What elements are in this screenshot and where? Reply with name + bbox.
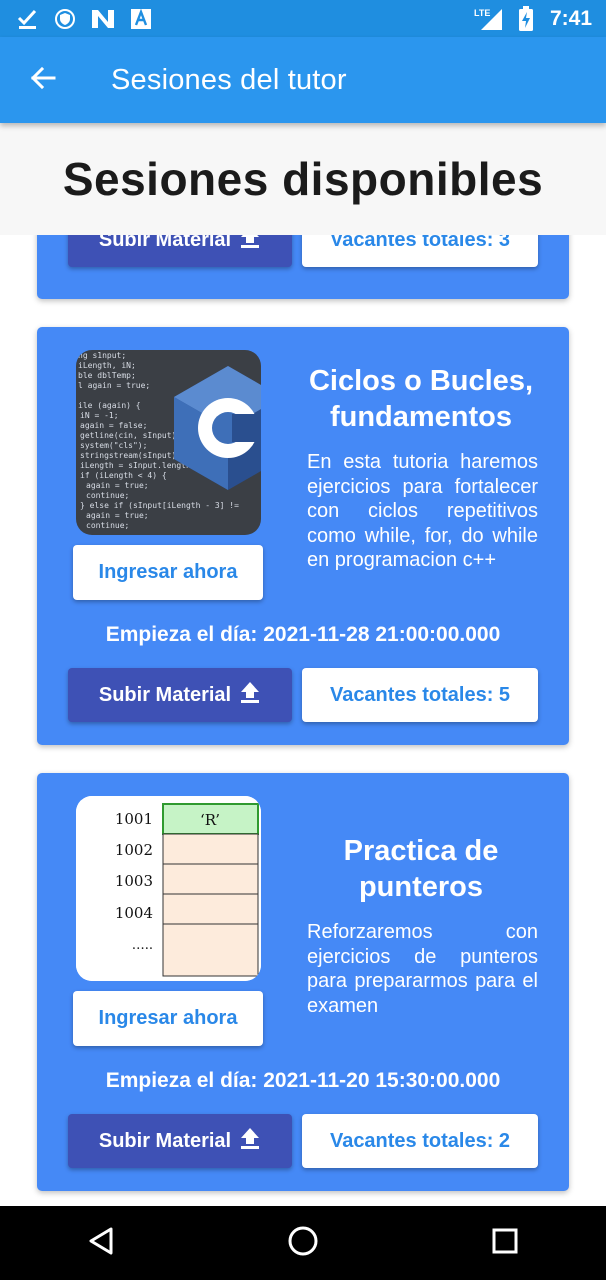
svg-text:continue;: continue; bbox=[86, 521, 129, 530]
app-bar: Sesiones del tutor bbox=[0, 37, 606, 123]
vacancies-button[interactable]: Vacantes totales: 2 bbox=[302, 1114, 538, 1168]
svg-text:iN = -1;: iN = -1; bbox=[80, 411, 119, 420]
svg-text:again = true;: again = true; bbox=[86, 511, 149, 520]
page-heading: Sesiones disponibles bbox=[0, 123, 606, 235]
upload-material-label: Subir Material bbox=[98, 235, 232, 251]
nav-home-button[interactable] bbox=[263, 1206, 343, 1280]
session-start-date: Empieza el día: 2021-11-20 15:30:00.000 bbox=[105, 1069, 501, 1092]
upload-icon bbox=[239, 235, 261, 255]
svg-text:if (iLength < 4) {: if (iLength < 4) { bbox=[80, 471, 167, 480]
memory-address: 1003 bbox=[115, 872, 153, 890]
sessions-list[interactable]: Subir Material Vacantes totales: 3 ng s1… bbox=[0, 235, 606, 1206]
back-triangle-icon bbox=[87, 1226, 115, 1261]
session-start-date: Empieza el día: 2021-11-28 21:00:00.000 bbox=[105, 623, 501, 646]
session-title: Practica de punteros bbox=[343, 835, 499, 903]
memory-address: 1002 bbox=[115, 841, 153, 859]
memory-address: 1004 bbox=[115, 904, 153, 922]
svg-text:continue;: continue; bbox=[86, 491, 129, 500]
lte-signal-icon: LTE bbox=[474, 7, 504, 31]
session-card: ‘R’ 1001 1002 1003 1004 ….. Ingresar aho… bbox=[37, 773, 569, 1191]
arrow-left-icon bbox=[29, 64, 57, 97]
app-bar-title: Sesiones del tutor bbox=[111, 63, 347, 96]
back-button[interactable] bbox=[3, 37, 83, 123]
svg-text:LTE: LTE bbox=[474, 8, 490, 18]
svg-text:again = false;: again = false; bbox=[80, 421, 147, 430]
upload-material-label: Subir Material bbox=[98, 683, 232, 706]
join-now-button[interactable]: Ingresar ahora bbox=[73, 545, 263, 600]
svg-text:} else if (sInput[iLength - 3]: } else if (sInput[iLength - 3] != bbox=[80, 501, 239, 510]
upload-icon bbox=[239, 1126, 261, 1156]
home-circle-icon bbox=[287, 1225, 319, 1262]
memory-address: 1001 bbox=[115, 810, 153, 828]
upload-material-button[interactable]: Subir Material bbox=[68, 235, 292, 267]
status-time: 7:41 bbox=[549, 6, 592, 30]
svg-text:ble dblTemp;: ble dblTemp; bbox=[78, 371, 136, 380]
status-icons-left bbox=[16, 7, 152, 31]
recents-square-icon bbox=[491, 1227, 519, 1260]
svg-text:system("cls");: system("cls"); bbox=[80, 441, 147, 450]
status-icons-right: LTE 7:41 bbox=[474, 5, 592, 32]
memory-pointer-diagram: ‘R’ 1001 1002 1003 1004 ….. bbox=[76, 796, 261, 981]
svg-text:iLength, iN;: iLength, iN; bbox=[78, 361, 136, 370]
check-download-icon bbox=[16, 7, 40, 31]
upload-icon bbox=[239, 680, 261, 710]
n-app-icon bbox=[90, 8, 116, 30]
memory-cell-value: ‘R’ bbox=[200, 811, 220, 829]
session-card: Subir Material Vacantes totales: 3 bbox=[37, 235, 569, 299]
session-description: En esta tutoria haremos ejercicios para … bbox=[307, 451, 538, 571]
session-title: Ciclos o Bucles, fundamentos bbox=[308, 365, 533, 433]
session-card: ng s1nput; iLength, iN; ble dblTemp; l a… bbox=[37, 327, 569, 745]
battery-charging-icon bbox=[518, 5, 534, 32]
vacancies-button[interactable]: Vacantes totales: 5 bbox=[302, 668, 538, 722]
nav-recents-button[interactable] bbox=[465, 1206, 545, 1280]
join-now-button[interactable]: Ingresar ahora bbox=[73, 991, 263, 1046]
svg-text:ile (again) {: ile (again) { bbox=[78, 401, 141, 410]
nav-back-button[interactable] bbox=[61, 1206, 141, 1280]
font-app-icon bbox=[130, 8, 152, 30]
upload-material-button[interactable]: Subir Material bbox=[68, 668, 292, 722]
session-description: Reforzaremos con ejercicios de punteros … bbox=[307, 921, 538, 1017]
svg-text:again = true;: again = true; bbox=[86, 481, 149, 490]
shield-icon bbox=[54, 8, 76, 30]
status-bar: LTE 7:41 bbox=[0, 0, 606, 37]
system-nav-bar bbox=[0, 1206, 606, 1280]
svg-text:ng s1nput;: ng s1nput; bbox=[78, 351, 126, 360]
upload-material-label: Subir Material bbox=[98, 1129, 232, 1152]
cpp-code-image: ng s1nput; iLength, iN; ble dblTemp; l a… bbox=[76, 350, 261, 535]
svg-text:getline(cin, sInput);: getline(cin, sInput); bbox=[80, 431, 181, 440]
vacancies-button[interactable]: Vacantes totales: 3 bbox=[302, 235, 538, 267]
svg-text:l again = true;: l again = true; bbox=[78, 381, 150, 390]
memory-address: ….. bbox=[132, 938, 153, 953]
upload-material-button[interactable]: Subir Material bbox=[68, 1114, 292, 1168]
